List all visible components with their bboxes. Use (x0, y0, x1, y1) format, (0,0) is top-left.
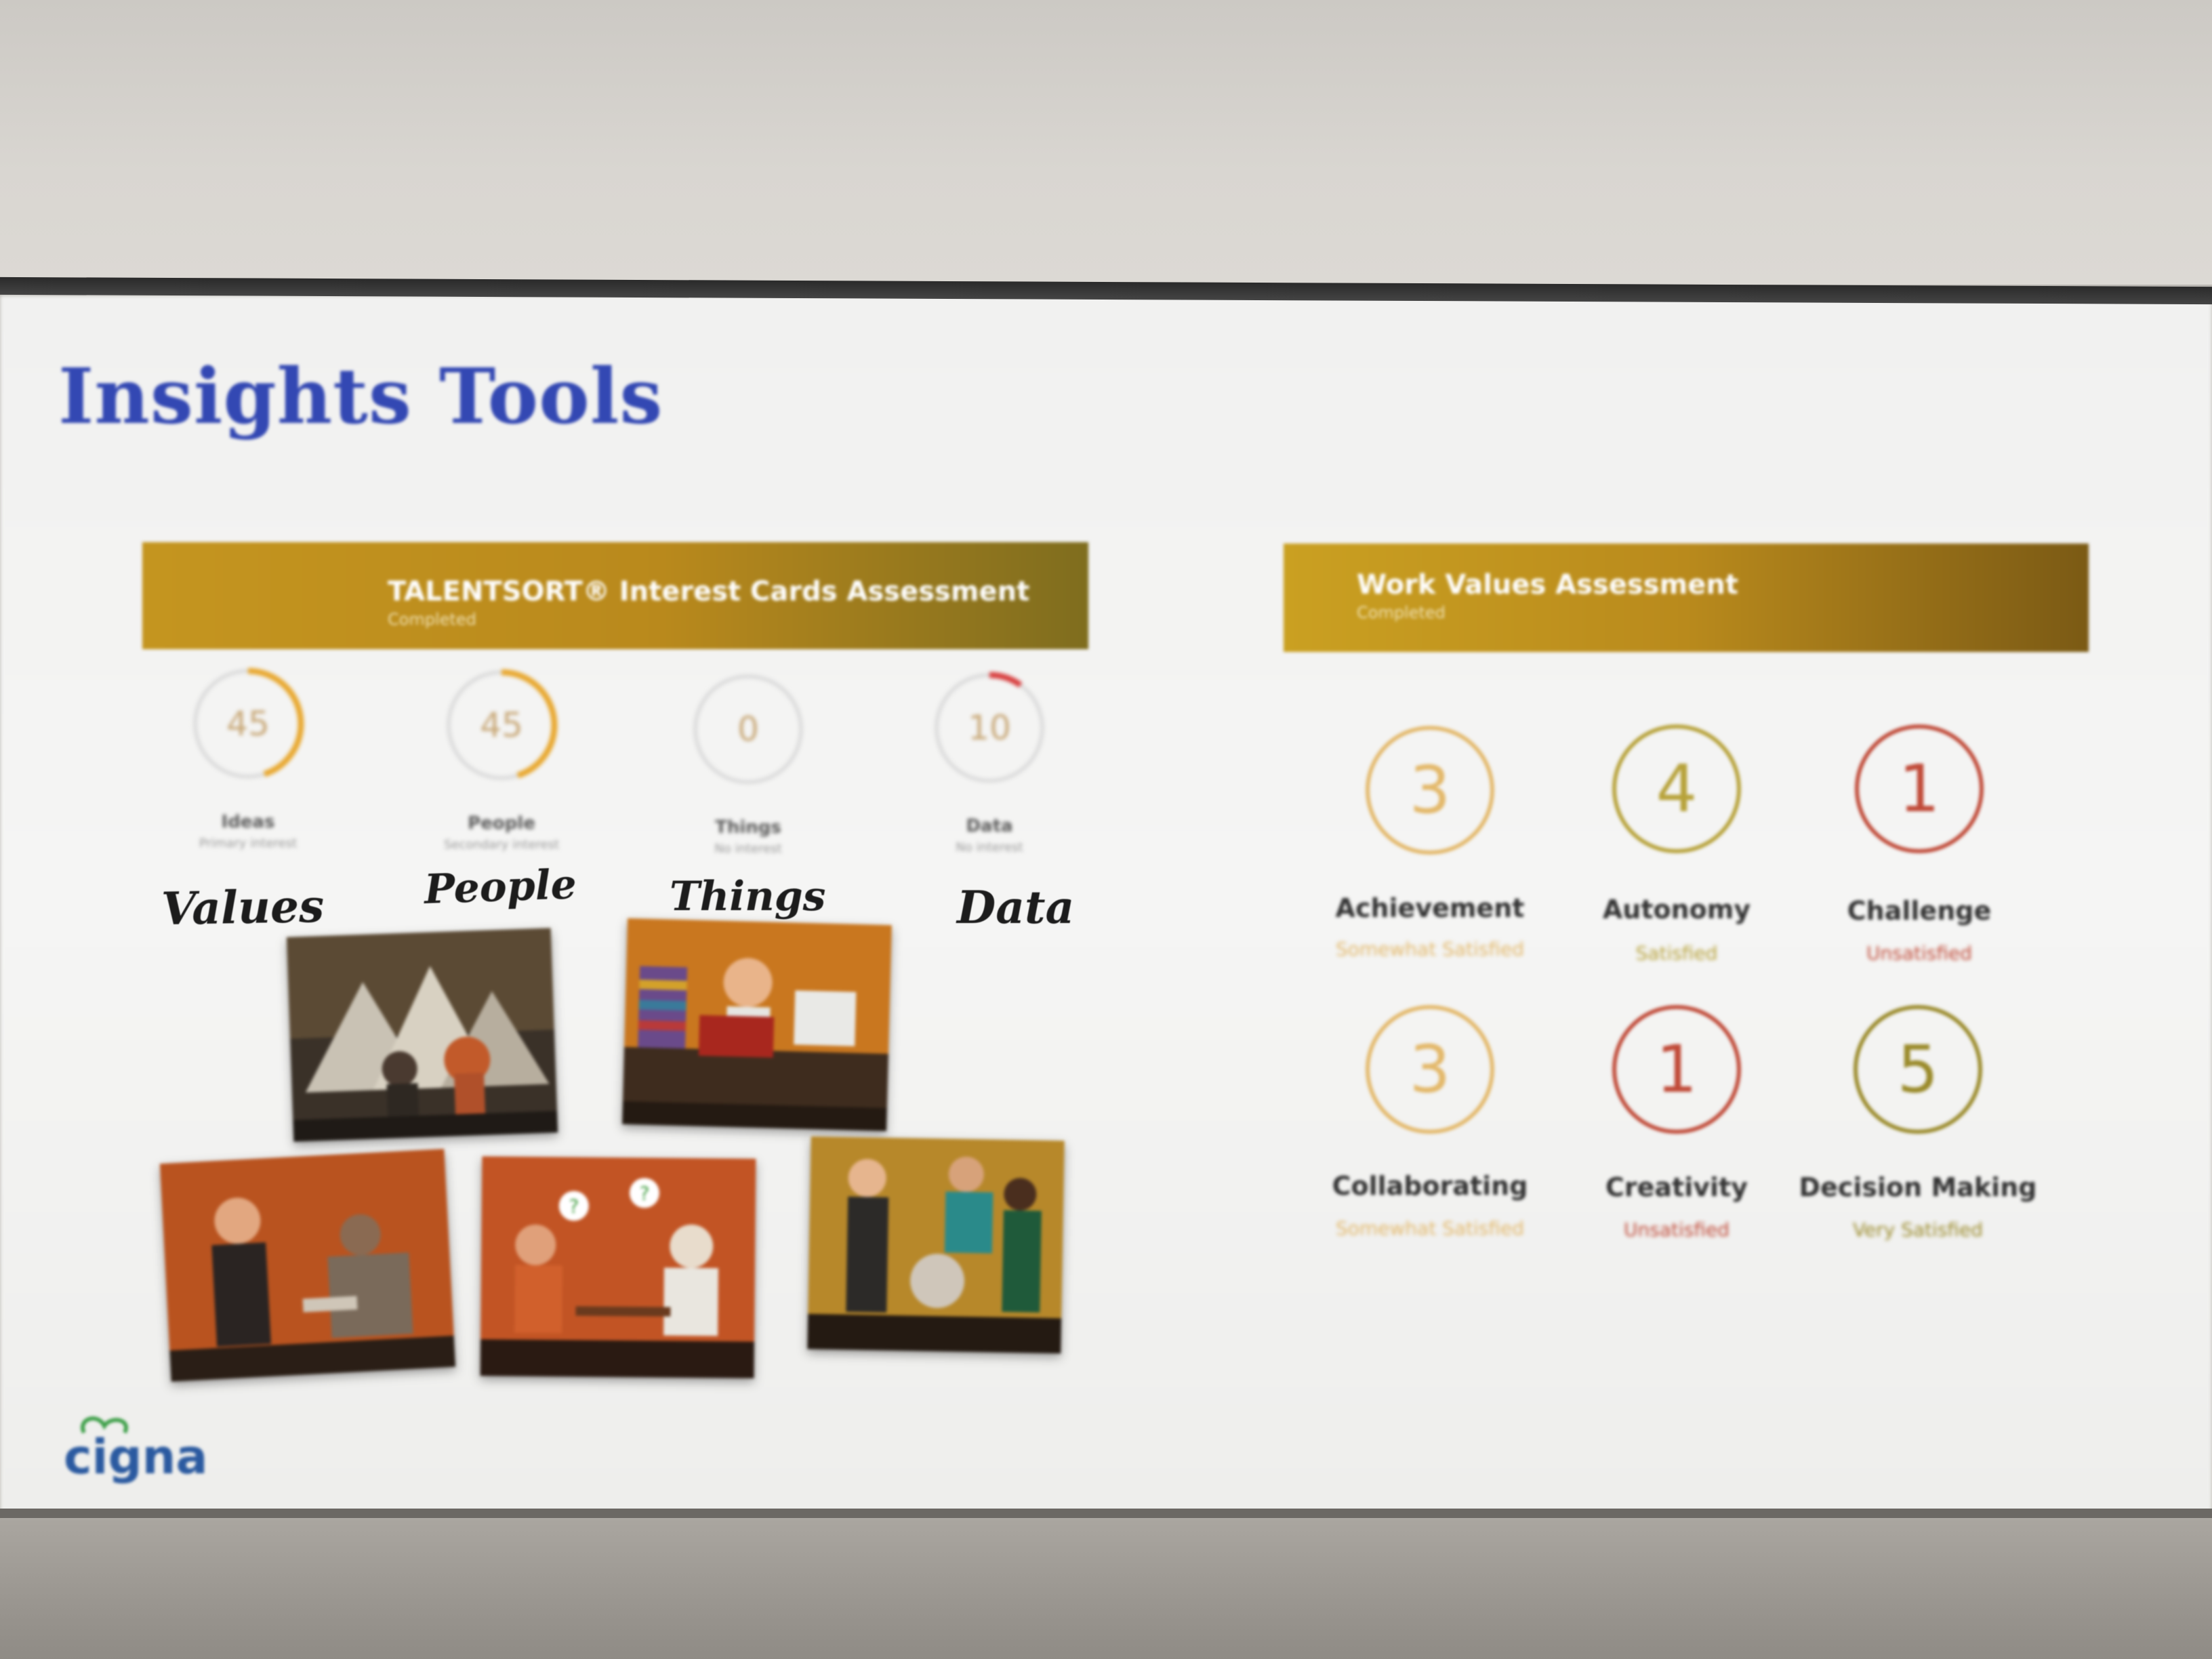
work-value-status: Somewhat Satisfied (1335, 938, 1524, 960)
talentsort-banner: TALENTSORT® Interest Cards Assessment Co… (142, 542, 1088, 649)
illustration-card-mountains (286, 928, 558, 1142)
work-value-score: 1 (1656, 1031, 1698, 1107)
svg-text:?: ? (569, 1195, 579, 1217)
work-value-score: 3 (1409, 1031, 1451, 1107)
slide-title: Insights Tools (58, 352, 663, 441)
work-value-score: 4 (1656, 751, 1698, 827)
illustration-card-workers (159, 1149, 456, 1382)
screen-bottom-bezel (0, 1509, 2212, 1518)
gauge-label: People (468, 813, 535, 834)
work-value-circle: 1 (1851, 721, 1987, 857)
work-value-circle: 4 (1609, 721, 1744, 857)
work-value-circle: 3 (1362, 1002, 1498, 1137)
work-value-circle: 1 (1609, 1002, 1744, 1137)
work-value-status: Unsatisfied (1624, 1218, 1729, 1241)
gauge-value: 10 (968, 708, 1011, 747)
gauge-data: 10 (930, 668, 1049, 787)
work-value-label: Creativity (1605, 1172, 1748, 1202)
work-values-banner-title: Work Values Assessment (1357, 569, 1738, 600)
work-value-label: Collaborating (1332, 1171, 1528, 1201)
work-value-label: Decision Making (1799, 1172, 2037, 1202)
illustration-card-party (807, 1136, 1065, 1354)
gauge-label: Data (966, 816, 1013, 836)
gauge-label: Ideas (221, 812, 275, 832)
work-value-circle: 5 (1850, 1002, 1986, 1137)
gauge-sub: No interest (956, 840, 1023, 855)
work-value-status: Somewhat Satisfied (1335, 1217, 1524, 1240)
illustration-card-reading (622, 918, 892, 1132)
background-wall (0, 0, 2212, 285)
work-value-score: 3 (1409, 752, 1451, 828)
work-value-label: Achievement (1335, 893, 1525, 923)
work-value-status: Unsatisfied (1866, 942, 1972, 964)
gauge-sub: No interest (714, 842, 782, 856)
gauge-value: 45 (226, 704, 270, 743)
handwritten-label-people: People (423, 861, 577, 914)
logo-wordmark: cigna (64, 1429, 208, 1485)
gauge-sub: Secondary interest (443, 838, 560, 852)
gauge-value: 45 (480, 705, 523, 745)
illustration-card-conversation: ? ? (480, 1156, 756, 1378)
work-value-status: Satisfied (1635, 942, 1718, 964)
gauge-value: 0 (737, 710, 759, 749)
work-values-banner-status: Completed (1357, 603, 1446, 622)
gauge-ideas: 45 (188, 664, 308, 783)
work-value-circle: 3 (1362, 722, 1498, 858)
handwritten-label-data: Data (957, 881, 1075, 934)
work-value-label: Challenge (1847, 896, 1992, 926)
handwritten-label-things: Things (670, 873, 826, 920)
talentsort-banner-title: TALENTSORT® Interest Cards Assessment (388, 576, 1030, 607)
talentsort-banner-status: Completed (388, 610, 476, 629)
background-floor (0, 1518, 2212, 1659)
gauge-people: 45 (442, 665, 561, 785)
cigna-logo: cigna (57, 1412, 220, 1487)
work-value-score: 5 (1897, 1031, 1939, 1107)
svg-text:?: ? (639, 1182, 649, 1204)
gauge-label: Things (715, 817, 781, 838)
work-value-status: Very Satisfied (1852, 1218, 1984, 1241)
work-value-label: Autonomy (1602, 895, 1751, 924)
work-values-banner: Work Values Assessment Completed (1284, 544, 2089, 652)
handwritten-label-values: Values (161, 879, 325, 936)
gauge-things: 0 (689, 670, 808, 789)
gauge-sub: Primary interest (199, 836, 298, 851)
work-value-score: 1 (1898, 751, 1940, 827)
